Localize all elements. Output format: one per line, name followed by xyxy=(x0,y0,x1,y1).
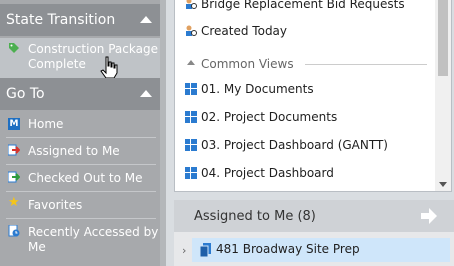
saved-search-icon xyxy=(186,0,197,9)
views-panel: Bridge Replacement Bid Requests Created … xyxy=(174,0,452,192)
home-m-icon: M xyxy=(8,118,20,130)
common-views-header[interactable]: Common Views xyxy=(185,54,429,74)
view-item-label: 04. Project Dashboard xyxy=(201,166,334,180)
collapse-caret-icon[interactable] xyxy=(187,60,195,65)
common-views-label: Common Views xyxy=(201,57,294,71)
section-rule xyxy=(305,64,427,65)
navigate-arrow-icon[interactable] xyxy=(420,207,438,225)
tag-icon xyxy=(9,43,19,53)
goto-item-home[interactable]: M Home xyxy=(0,112,160,136)
left-panel: State Transition Construction Package Co… xyxy=(0,0,160,266)
goto-item-checked-out-to-me[interactable]: Checked Out to Me xyxy=(0,166,160,190)
divider xyxy=(6,137,156,138)
assigned-arrow-icon xyxy=(8,144,20,156)
assigned-panel-header[interactable]: Assigned to Me (8) xyxy=(174,200,454,232)
document-stack-icon xyxy=(200,243,211,257)
divider xyxy=(6,191,156,192)
state-transition-title: State Transition xyxy=(6,12,116,28)
view-item-label: Bridge Replacement Bid Requests xyxy=(201,0,405,11)
state-transition-header[interactable]: State Transition xyxy=(0,4,160,36)
view-item-label: 03. Project Dashboard (GANTT) xyxy=(201,138,388,152)
expand-chevron-icon[interactable]: › xyxy=(182,244,186,257)
divider xyxy=(6,218,156,219)
grid-view-icon xyxy=(185,83,197,95)
grid-view-icon xyxy=(185,111,197,123)
assigned-panel: Assigned to Me (8) › 481 Broadway Site P… xyxy=(174,200,454,266)
goto-item-assigned-to-me[interactable]: Assigned to Me xyxy=(0,139,160,163)
favorites-label: Favorites xyxy=(28,198,83,212)
saved-search-icon xyxy=(186,25,197,36)
goto-item-favorites[interactable]: ★ Favorites xyxy=(0,193,160,217)
grid-view-icon xyxy=(185,167,197,179)
view-item-label: Created Today xyxy=(201,24,288,38)
view-item-label: 01. My Documents xyxy=(201,82,314,96)
state-item-label-line1: Construction Package xyxy=(28,42,158,56)
assigned-to-me-label: Assigned to Me xyxy=(28,144,120,158)
view-item-label: 02. Project Documents xyxy=(201,110,338,124)
hand-cursor-icon xyxy=(100,56,118,78)
goto-item-recently-accessed[interactable]: Recently Accessed by Me xyxy=(0,220,160,260)
star-icon: ★ xyxy=(8,195,20,210)
scroll-down-arrow-icon[interactable] xyxy=(439,182,447,187)
checked-out-label: Checked Out to Me xyxy=(28,171,143,185)
collapse-caret-icon[interactable] xyxy=(140,90,152,97)
vertical-scrollbar[interactable] xyxy=(435,0,451,191)
go-to-header[interactable]: Go To xyxy=(0,78,160,110)
recently-accessed-label-line1: Recently Accessed by xyxy=(28,225,159,239)
recent-icon xyxy=(8,225,20,237)
assigned-item-label: 481 Broadway Site Prep xyxy=(216,242,360,256)
assigned-panel-title: Assigned to Me (8) xyxy=(194,209,316,224)
panel-splitter[interactable] xyxy=(160,0,166,266)
divider xyxy=(6,164,156,165)
state-item-label-line2: Complete xyxy=(28,57,86,71)
collapse-caret-icon[interactable] xyxy=(140,16,152,23)
scrollbar-thumb[interactable] xyxy=(438,0,448,76)
recently-accessed-label-line2: Me xyxy=(28,240,46,254)
state-item-construction-package-complete[interactable]: Construction Package Complete xyxy=(0,38,160,78)
grid-view-icon xyxy=(185,139,197,151)
home-label: Home xyxy=(28,117,64,131)
go-to-title: Go To xyxy=(6,86,45,102)
checked-out-icon xyxy=(8,171,20,183)
assigned-item-row[interactable]: 481 Broadway Site Prep xyxy=(192,238,450,262)
